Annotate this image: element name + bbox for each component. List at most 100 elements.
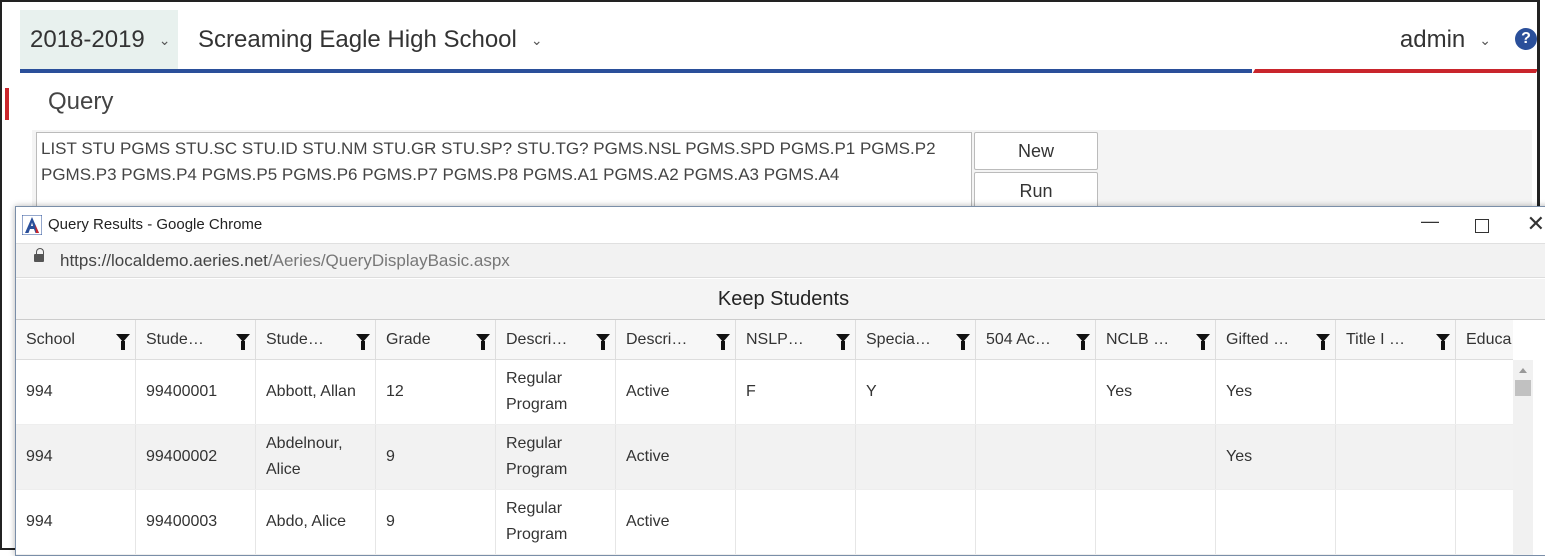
filter-icon[interactable] [596, 334, 610, 350]
table-cell: Abdelnour, Alice [256, 425, 376, 489]
column-header[interactable]: Stude… [136, 320, 256, 359]
filter-icon[interactable] [956, 334, 970, 350]
query-results-window: Query Results - Google Chrome — ✕ https:… [15, 206, 1545, 556]
keep-students-button[interactable]: Keep Students [16, 279, 1545, 320]
column-header-label: Title I … [1346, 331, 1405, 348]
column-header-label: Educa [1466, 331, 1512, 348]
filter-icon[interactable] [1316, 334, 1330, 350]
query-textarea[interactable]: LIST STU PGMS STU.SC STU.ID STU.NM STU.G… [36, 132, 972, 212]
filter-icon[interactable] [1076, 334, 1090, 350]
column-header[interactable]: School [16, 320, 136, 359]
grid-header-row: School Stude… Stude… Grade Descri… Descri… NSL… [16, 320, 1513, 360]
table-cell [1456, 425, 1513, 489]
school-year-label: 2018-2019 [30, 26, 145, 53]
column-header-label: Specia… [866, 331, 931, 348]
table-cell: 994 [16, 360, 136, 424]
table-cell: F [736, 360, 856, 424]
filter-icon[interactable] [1436, 334, 1450, 350]
table-cell [1456, 360, 1513, 424]
help-icon[interactable]: ? [1515, 28, 1537, 50]
table-cell [976, 360, 1096, 424]
chevron-down-icon: ⌄ [158, 31, 171, 48]
column-header[interactable]: NSLP… [736, 320, 856, 359]
aeries-logo-icon [22, 215, 42, 235]
maximize-icon[interactable] [1475, 219, 1489, 233]
table-cell: 99400001 [136, 360, 256, 424]
table-cell: Regular Program [496, 425, 616, 489]
table-cell: 994 [16, 490, 136, 554]
table-cell [856, 490, 976, 554]
minimize-icon[interactable]: — [1421, 211, 1439, 232]
table-cell [856, 425, 976, 489]
header-stripe-red [1252, 69, 1537, 73]
column-header-label: Descri… [626, 331, 688, 348]
column-header-label: Stude… [146, 331, 204, 348]
filter-icon[interactable] [836, 334, 850, 350]
url-text: https://localdemo.aeries.net/Aeries/Quer… [60, 251, 510, 270]
column-header[interactable]: Title I … [1336, 320, 1456, 359]
filter-icon[interactable] [116, 334, 130, 350]
column-header-label: Grade [386, 331, 431, 348]
scroll-thumb[interactable] [1515, 380, 1531, 396]
column-header[interactable]: Specia… [856, 320, 976, 359]
column-header[interactable]: Descri… [496, 320, 616, 359]
filter-icon[interactable] [1196, 334, 1210, 350]
school-dropdown[interactable]: Screaming Eagle High School ⌄ [198, 10, 543, 70]
column-header-label: NCLB … [1106, 331, 1170, 348]
filter-icon[interactable] [356, 334, 370, 350]
address-bar[interactable]: https://localdemo.aeries.net/Aeries/Quer… [16, 244, 1545, 278]
column-header[interactable]: Stude… [256, 320, 376, 359]
column-header-label: Gifted … [1226, 331, 1290, 348]
table-cell: Y [856, 360, 976, 424]
filter-icon[interactable] [476, 334, 490, 350]
column-header-label: School [26, 331, 75, 348]
table-cell: Abdo, Alice [256, 490, 376, 554]
table-cell [736, 490, 856, 554]
table-cell: Regular Program [496, 490, 616, 554]
table-cell: Yes [1216, 360, 1336, 424]
close-icon[interactable]: ✕ [1527, 211, 1545, 237]
table-cell: 12 [376, 360, 496, 424]
column-header[interactable]: Gifted … [1216, 320, 1336, 359]
results-grid: School Stude… Stude… Grade Descri… Descri… NSL… [16, 320, 1513, 555]
table-cell: Yes [1216, 425, 1336, 489]
new-button[interactable]: New [974, 132, 1098, 170]
table-cell: 9 [376, 425, 496, 489]
table-row[interactable]: 994 99400002 Abdelnour, Alice 9 Regular Prog… [16, 425, 1513, 490]
filter-icon[interactable] [716, 334, 730, 350]
window-title: Query Results - Google Chrome [48, 216, 263, 233]
vertical-scrollbar[interactable] [1513, 360, 1533, 555]
column-header[interactable]: Grade [376, 320, 496, 359]
table-cell: 994 [16, 425, 136, 489]
table-cell [1456, 490, 1513, 554]
table-cell: Abbott, Allan [256, 360, 376, 424]
column-header-label: Descri… [506, 331, 568, 348]
table-cell: 9 [376, 490, 496, 554]
table-row[interactable]: 994 99400001 Abbott, Allan 12 Regular Progra… [16, 360, 1513, 425]
top-navbar: 2018-2019 ⌄ Screaming Eagle High School … [18, 8, 1537, 70]
column-header[interactable]: 504 Ac… [976, 320, 1096, 359]
run-button[interactable]: Run [974, 172, 1098, 210]
table-cell [1336, 360, 1456, 424]
table-cell [736, 425, 856, 489]
column-header-label: 504 Ac… [986, 331, 1051, 348]
user-menu-dropdown[interactable]: admin ⌄ [1400, 10, 1491, 70]
grid-body: 994 99400001 Abbott, Allan 12 Regular Progra… [16, 360, 1513, 555]
table-row[interactable]: 994 99400003 Abdo, Alice 9 Regular Program Ac… [16, 490, 1513, 555]
column-header[interactable]: NCLB … [1096, 320, 1216, 359]
school-year-dropdown[interactable]: 2018-2019 ⌄ [20, 10, 178, 70]
user-name-label: admin [1399, 26, 1466, 53]
table-cell [1216, 490, 1336, 554]
filter-icon[interactable] [236, 334, 250, 350]
scroll-up-arrow-icon[interactable] [1519, 368, 1527, 373]
window-titlebar: Query Results - Google Chrome — ✕ [16, 207, 1545, 244]
table-cell: 99400002 [136, 425, 256, 489]
table-cell: Active [616, 425, 736, 489]
table-cell: Yes [1096, 360, 1216, 424]
table-cell [1096, 425, 1216, 489]
column-header[interactable]: Educa [1456, 320, 1513, 359]
column-header-label: Stude… [266, 331, 324, 348]
column-header[interactable]: Descri… [616, 320, 736, 359]
school-name-label: Screaming Eagle High School [198, 26, 517, 53]
table-cell: Active [616, 490, 736, 554]
